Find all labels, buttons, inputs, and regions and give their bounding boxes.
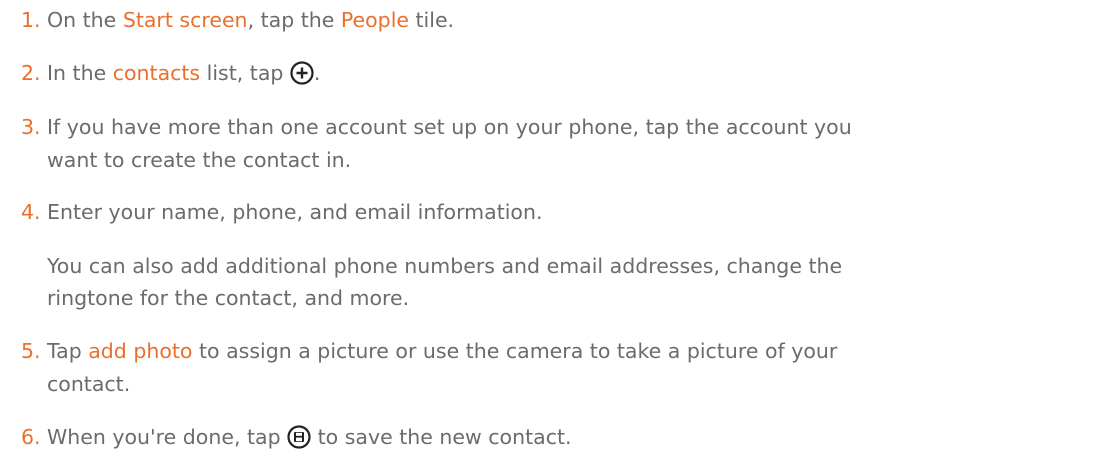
contacts-term: contacts [112, 61, 201, 85]
step-text-segment: tile. [409, 8, 455, 32]
step-text: If you have more than one account set up… [47, 115, 852, 139]
step-text: On the Start screen, tap the People tile… [47, 7, 454, 33]
people-term: People [340, 8, 409, 32]
step-4-note: ringtone for the contact, and more. [47, 286, 410, 310]
step-number: 3. [21, 115, 41, 139]
step-text-segment: When you're done, tap [47, 425, 288, 449]
step-text: Enter your name, phone, and email inform… [47, 200, 543, 224]
step-4-note: You can also add additional phone number… [47, 254, 843, 278]
step-text-segment: On the [47, 8, 123, 32]
save-circle-icon [287, 425, 311, 449]
step-text-segment: , tap the [247, 8, 341, 32]
step-number: 4. [21, 200, 41, 224]
step-number: 1. [21, 8, 41, 32]
step-number: 5. [21, 339, 41, 363]
add-photo-term: add photo [88, 339, 193, 363]
step-3-continuation: want to create the contact in. [47, 148, 352, 172]
step-text-segment: Tap [47, 339, 89, 363]
step-text: Tap add photo to assign a picture or use… [47, 338, 837, 364]
step-text-segment: In the [47, 61, 113, 85]
step-text-segment: to assign a picture or use the camera to… [192, 339, 838, 363]
step-text: In the contacts list, tap . [47, 60, 320, 86]
step-number: 6. [21, 425, 41, 449]
add-circle-icon [290, 61, 314, 85]
step-text-segment: list, tap [200, 61, 290, 85]
start-screen-term: Start screen [122, 8, 248, 32]
step-text: When you're done, tap to save the new co… [47, 424, 572, 450]
step-number: 2. [21, 61, 41, 85]
step-text-segment: . [313, 61, 321, 85]
step-5-continuation: contact. [47, 372, 131, 396]
step-text-segment: to save the new contact. [311, 425, 572, 449]
